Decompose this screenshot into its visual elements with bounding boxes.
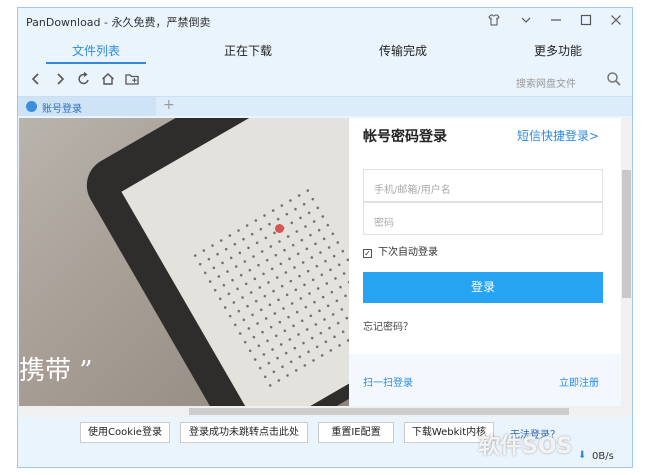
sms-login-link[interactable]: 短信快捷登录>: [517, 127, 599, 144]
forward-icon: [57, 73, 65, 85]
shirt-icon: [488, 14, 500, 26]
calendar-marker: [275, 224, 284, 233]
account-login-tab[interactable]: 账号登录: [18, 97, 156, 116]
search-icon: [607, 72, 621, 86]
window-title: PanDownload - 永久免费，严禁倒卖: [26, 16, 211, 29]
horizontal-scrollbar[interactable]: [19, 406, 632, 417]
add-tab-button[interactable]: +: [163, 97, 175, 113]
minimize-icon: [551, 19, 561, 21]
remember-me[interactable]: ✓ 下次自动登录: [363, 243, 438, 258]
tab-file-list[interactable]: 文件列表: [46, 42, 146, 59]
reset-ie-button[interactable]: 重置IE配置: [318, 422, 394, 443]
chevron-down-icon: [521, 17, 531, 23]
login-footer: 扫一扫登录 立即注册: [349, 354, 621, 406]
maximize-button[interactable]: [574, 12, 598, 32]
search-button[interactable]: [606, 71, 624, 89]
tab-completed[interactable]: 传输完成: [353, 42, 453, 59]
tab-more[interactable]: 更多功能: [508, 42, 608, 59]
password-input[interactable]: 密码: [363, 202, 603, 235]
banner-caption: 携带 ”: [19, 356, 93, 386]
account-login-tab-label: 账号登录: [42, 104, 82, 115]
forward-button[interactable]: [50, 70, 70, 92]
remember-checkbox[interactable]: ✓: [363, 249, 372, 258]
minimize-button[interactable]: [544, 12, 568, 32]
close-button[interactable]: [604, 12, 628, 32]
skin-button[interactable]: [482, 12, 506, 32]
login-panel: 帐号密码登录 短信快捷登录> 手机/邮箱/用户名 密码 ✓ 下次自动登录 登录 忘…: [349, 118, 621, 406]
back-button[interactable]: [26, 70, 46, 92]
login-title: 帐号密码登录: [363, 129, 447, 145]
download-speed-icon: ⬇: [578, 450, 587, 461]
scan-login-link[interactable]: 扫一扫登录: [363, 374, 413, 389]
username-input[interactable]: 手机/邮箱/用户名: [363, 169, 603, 202]
nav-toolbar: 搜索网盘文件: [18, 66, 632, 96]
cloud-icon: [26, 101, 37, 112]
vertical-scrollbar[interactable]: [621, 118, 632, 406]
remember-label: 下次自动登录: [378, 247, 438, 258]
home-button[interactable]: [98, 70, 118, 92]
menu-button[interactable]: [514, 12, 538, 32]
title-bar: PanDownload - 永久免费，严禁倒卖: [18, 8, 632, 36]
vertical-scroll-thumb[interactable]: [622, 170, 631, 298]
forgot-password-link[interactable]: 忘记密码？: [363, 318, 413, 333]
search-input[interactable]: 搜索网盘文件: [516, 75, 576, 90]
watermark: 软件SOS: [478, 434, 573, 459]
redirect-fix-button[interactable]: 登录成功未跳转点击此处: [180, 422, 308, 443]
cookie-login-button[interactable]: 使用Cookie登录: [80, 422, 170, 443]
home-icon: [102, 73, 114, 85]
new-folder-button[interactable]: [122, 70, 142, 92]
horizontal-scroll-thumb[interactable]: [189, 408, 569, 415]
new-folder-icon: [124, 74, 139, 85]
refresh-icon: [78, 71, 89, 85]
maximize-icon: [580, 14, 592, 26]
back-icon: [31, 73, 39, 85]
close-icon: [611, 15, 621, 25]
banner-photo: 携带 ”: [19, 118, 349, 406]
refresh-button[interactable]: [74, 70, 94, 92]
active-tab-indicator: [46, 62, 146, 64]
tab-downloading[interactable]: 正在下载: [198, 42, 298, 59]
login-button[interactable]: 登录: [363, 272, 603, 303]
app-window: PanDownload - 永久免费，严禁倒卖 文件列表 正在下载 传输完成 更…: [17, 7, 633, 468]
login-page: 携带 ” 帐号密码登录 短信快捷登录> 手机/邮箱/用户名 密码 ✓ 下次自动登录…: [19, 118, 621, 406]
account-tab-bar: 账号登录 +: [18, 96, 632, 116]
register-link[interactable]: 立即注册: [559, 374, 599, 389]
download-speed: 0B/s: [592, 451, 614, 462]
